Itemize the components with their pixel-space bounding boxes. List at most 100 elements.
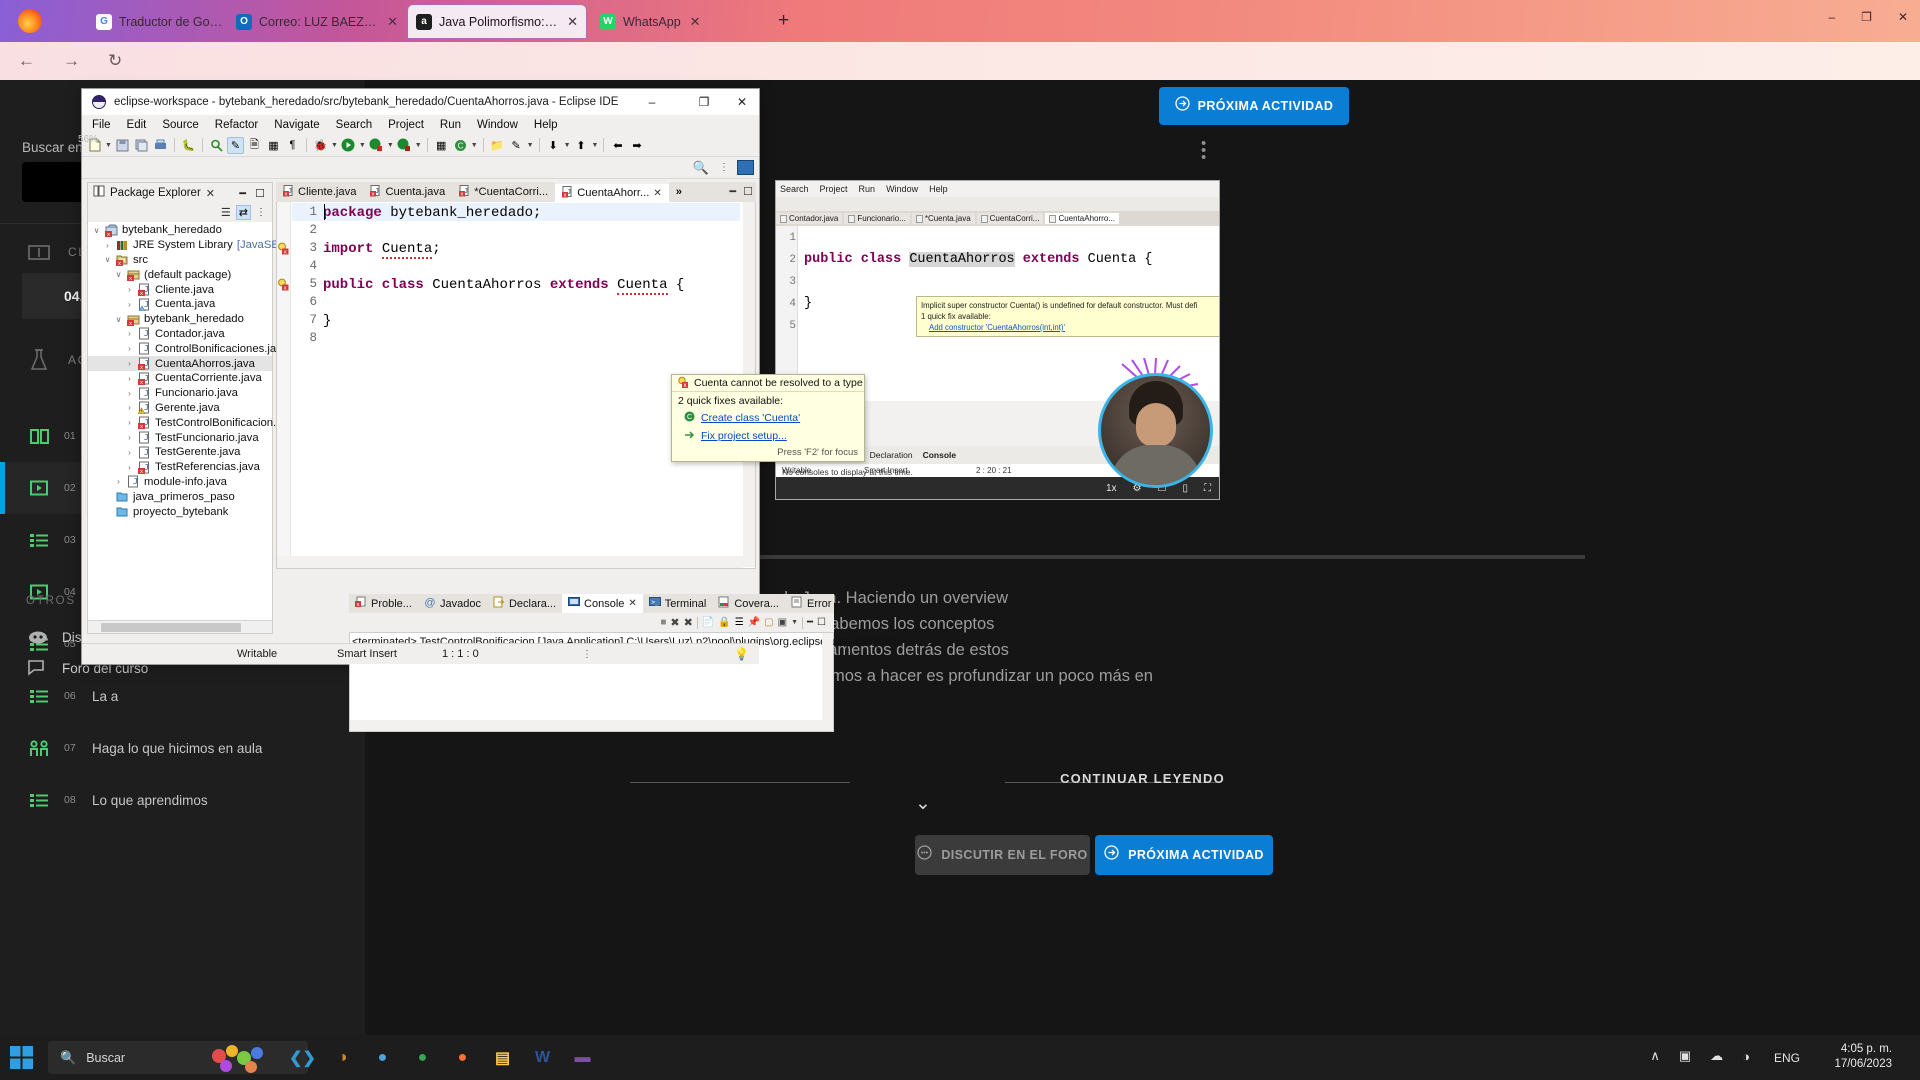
- editor-tab-1[interactable]: Jx Cuenta.java: [363, 182, 453, 202]
- start-button[interactable]: [8, 1044, 35, 1071]
- taskbar-app-chrome[interactable]: ●: [368, 1043, 397, 1072]
- back-button[interactable]: ←: [18, 51, 35, 71]
- sidebar-item-06[interactable]: 06 La a: [0, 670, 365, 722]
- debug-last-icon[interactable]: 🐛: [180, 137, 197, 154]
- more-options-icon[interactable]: • • •: [1201, 136, 1206, 165]
- coverage-dropdown-icon[interactable]: ▼: [387, 142, 394, 149]
- status-menu-icon[interactable]: ⋮: [582, 649, 592, 660]
- editor-tabs-overflow[interactable]: »: [668, 182, 689, 202]
- menu-source[interactable]: Source: [162, 119, 198, 131]
- pin-console-icon[interactable]: 📌: [748, 617, 760, 628]
- sidebar-item-07[interactable]: 07 Haga lo que hicimos en aula: [0, 722, 365, 774]
- taskbar-clock[interactable]: 4:05 p. m. 17/06/2023: [1834, 1042, 1892, 1072]
- forward-nav-icon[interactable]: ➡: [628, 137, 645, 154]
- menu-search[interactable]: Search: [336, 119, 372, 131]
- browser-tab-2[interactable]: a Java Polimorfismo: Entendiendo ✕: [408, 5, 586, 38]
- editor-tab-close-icon[interactable]: ✕: [653, 188, 661, 199]
- tray-expand-icon[interactable]: ∧: [1650, 1048, 1660, 1064]
- taskbar-app-eclipse[interactable]: ◑: [328, 1043, 357, 1072]
- tree-node-5[interactable]: › J Cuenta.java: [88, 297, 272, 312]
- new-package-icon[interactable]: ▦: [433, 137, 450, 154]
- close-icon[interactable]: ✕: [206, 187, 215, 200]
- back-nav-icon[interactable]: ⬅: [609, 137, 626, 154]
- tree-twisty-icon[interactable]: ›: [125, 300, 134, 309]
- tree-node-11[interactable]: › J Funcionario.java: [88, 386, 272, 401]
- tree-twisty-icon[interactable]: ›: [125, 329, 134, 338]
- bg-menu-help[interactable]: Help: [929, 184, 948, 194]
- menu-project[interactable]: Project: [388, 119, 424, 131]
- tree-twisty-icon[interactable]: ›: [114, 477, 123, 486]
- tree-node-16[interactable]: › Jx TestReferencias.java: [88, 460, 272, 475]
- quick-fix-fix-setup-link[interactable]: Fix project setup...: [701, 430, 787, 442]
- next-annotation-icon[interactable]: ⬆: [573, 137, 590, 154]
- prev-dropdown-icon[interactable]: ▼: [564, 142, 571, 149]
- java-perspective-icon[interactable]: [737, 160, 754, 175]
- perspective-menu-icon[interactable]: ⋮: [719, 162, 729, 173]
- quick-fix-create-class[interactable]: C Create class 'Cuenta': [672, 409, 864, 427]
- reload-button[interactable]: ↻: [108, 51, 122, 71]
- console-dropdown-icon[interactable]: ▼: [791, 619, 798, 626]
- eclipse-close-button[interactable]: ✕: [724, 89, 760, 115]
- run-dropdown-icon[interactable]: ▼: [359, 142, 366, 149]
- highlight-icon[interactable]: ✎: [226, 136, 244, 154]
- tree-twisty-icon[interactable]: ›: [125, 359, 134, 368]
- tree-node-13[interactable]: › Jx TestControlBonificacion.j: [88, 415, 279, 430]
- debug-dropdown-icon[interactable]: ▼: [331, 142, 338, 149]
- open-console-icon[interactable]: ▣: [778, 617, 787, 628]
- tab-close-icon[interactable]: ✕: [387, 14, 398, 30]
- remove-launch-icon[interactable]: ✖: [670, 616, 679, 629]
- terminate-icon[interactable]: ■: [660, 617, 666, 628]
- sidebar-item-08[interactable]: 08 Lo que aprendimos: [0, 774, 365, 826]
- quick-fix-fix-setup[interactable]: Fix project setup...: [672, 427, 864, 445]
- bg-editor-tab-2[interactable]: *Cuenta.java: [911, 213, 975, 224]
- tree-twisty-icon[interactable]: ›: [103, 241, 112, 250]
- tree-node-8[interactable]: › J ControlBonificaciones.jav: [88, 341, 282, 356]
- tree-node-1[interactable]: › JRE System Library [JavaSE-17]: [88, 238, 298, 253]
- tab-close-icon[interactable]: ✕: [567, 14, 578, 30]
- save-icon[interactable]: [114, 137, 131, 154]
- console-vscrollbar[interactable]: [822, 633, 833, 731]
- close-button[interactable]: ✕: [1898, 10, 1908, 24]
- open-resource-icon[interactable]: 📁: [489, 137, 506, 154]
- tree-node-9[interactable]: › Jx CuentaAhorros.java: [88, 356, 272, 371]
- menu-navigate[interactable]: Navigate: [274, 119, 319, 131]
- tree-node-6[interactable]: ∨ x bytebank_heredado: [88, 312, 272, 327]
- error-marker-icon[interactable]: x: [277, 278, 291, 292]
- maximize-icon[interactable]: ☐: [743, 185, 753, 198]
- error-marker-icon[interactable]: x: [277, 242, 291, 256]
- tree-node-0[interactable]: ∨ x bytebank_heredado: [88, 223, 272, 238]
- clear-console-icon[interactable]: 📄: [702, 617, 714, 628]
- bg-tab-console[interactable]: Console: [923, 450, 957, 460]
- tree-twisty-icon[interactable]: ›: [125, 448, 134, 457]
- search-toolbar-icon[interactable]: [208, 137, 225, 154]
- bg-editor-tab-3[interactable]: CuentaCorri...: [976, 213, 1044, 224]
- tree-twisty-icon[interactable]: ∨: [114, 315, 123, 324]
- tree-twisty-icon[interactable]: ›: [125, 433, 134, 442]
- eclipse-minimize-button[interactable]: –: [634, 89, 670, 115]
- editor-hscrollbar[interactable]: [277, 556, 743, 568]
- next-activity-top-button[interactable]: PRÓXIMA ACTIVIDAD: [1159, 87, 1349, 125]
- tree-node-2[interactable]: ∨ x src: [88, 253, 272, 268]
- bg-editor-tab-4[interactable]: CuentaAhorro...: [1045, 213, 1119, 224]
- tree-node-4[interactable]: › Jx Cliente.java: [88, 282, 272, 297]
- taskbar-app-explorer[interactable]: ▤: [488, 1043, 517, 1072]
- profile-dropdown-icon[interactable]: ▼: [415, 142, 422, 149]
- quick-access-search-icon[interactable]: 🔍: [693, 160, 709, 176]
- editor-tab-2[interactable]: Jx *CuentaCorri...: [452, 182, 556, 202]
- menu-edit[interactable]: Edit: [127, 119, 147, 131]
- taskbar-language[interactable]: ENG: [1774, 1051, 1800, 1065]
- console-view-maximize-icon[interactable]: ☐: [817, 617, 826, 628]
- menu-window[interactable]: Window: [477, 119, 518, 131]
- bg-error-fix-link[interactable]: Add constructor 'CuentaAhorros(int,int)': [929, 323, 1065, 332]
- tree-twisty-icon[interactable]: ›: [125, 463, 134, 472]
- bg-menu-window[interactable]: Window: [886, 184, 918, 194]
- tree-node-12[interactable]: › J! Gerente.java: [88, 401, 272, 416]
- editor-tab-0[interactable]: Jx Cliente.java: [276, 182, 364, 202]
- tree-node-3[interactable]: ∨ x (default package): [88, 267, 272, 283]
- debug-icon[interactable]: 🐞: [312, 137, 329, 154]
- view-menu-icon[interactable]: ⋮: [256, 207, 266, 218]
- editor-tab-3[interactable]: Jx CuentaAhorr... ✕: [555, 182, 669, 202]
- console-hscrollbar[interactable]: [350, 720, 825, 731]
- tree-node-7[interactable]: › J Contador.java: [88, 327, 272, 342]
- menu-refactor[interactable]: Refactor: [215, 119, 258, 131]
